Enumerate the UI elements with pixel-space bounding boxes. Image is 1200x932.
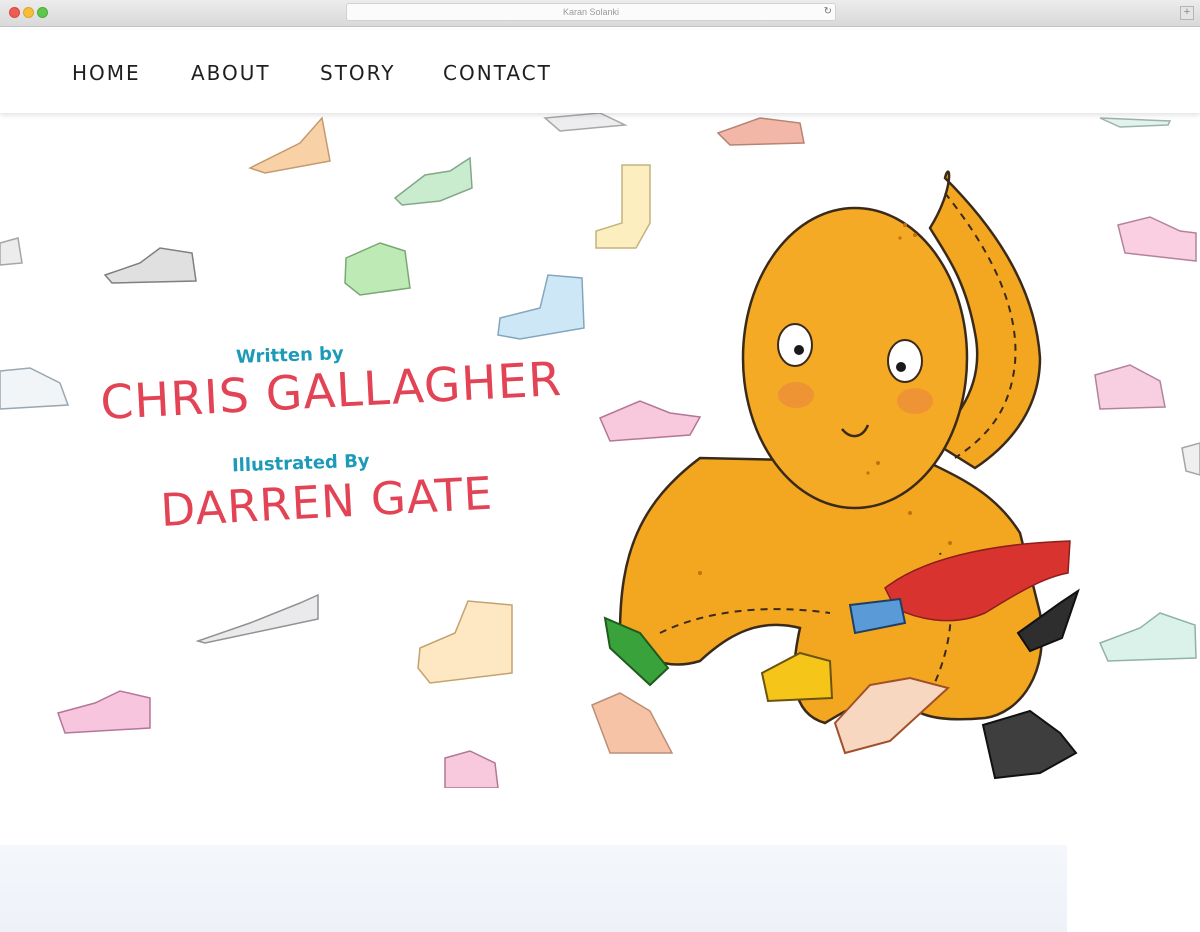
minimize-window-button[interactable] <box>23 7 34 18</box>
hero-banner: Written by CHRIS GALLAGHER Illustrated B… <box>0 113 1200 788</box>
new-tab-icon[interactable]: + <box>1180 6 1194 20</box>
nav-contact-link[interactable]: CONTACT <box>443 61 552 85</box>
nav-about-link[interactable]: ABOUT <box>191 61 271 85</box>
nav-story-link[interactable]: STORY <box>320 61 396 85</box>
address-bar-title: Karan Solanki <box>562 7 620 17</box>
site-navbar: HOME ABOUT STORY CONTACT <box>0 30 1200 113</box>
hero-illustration <box>0 113 1200 788</box>
octopus-illustration <box>603 170 1080 780</box>
next-section-band <box>0 845 1067 932</box>
address-bar[interactable]: Karan Solanki ↻ <box>346 3 836 21</box>
zoom-window-button[interactable] <box>37 7 48 18</box>
reload-icon[interactable]: ↻ <box>824 4 832 20</box>
nav-home-link[interactable]: HOME <box>72 61 141 85</box>
close-window-button[interactable] <box>9 7 20 18</box>
browser-toolbar: Karan Solanki ↻ + <box>0 0 1200 27</box>
